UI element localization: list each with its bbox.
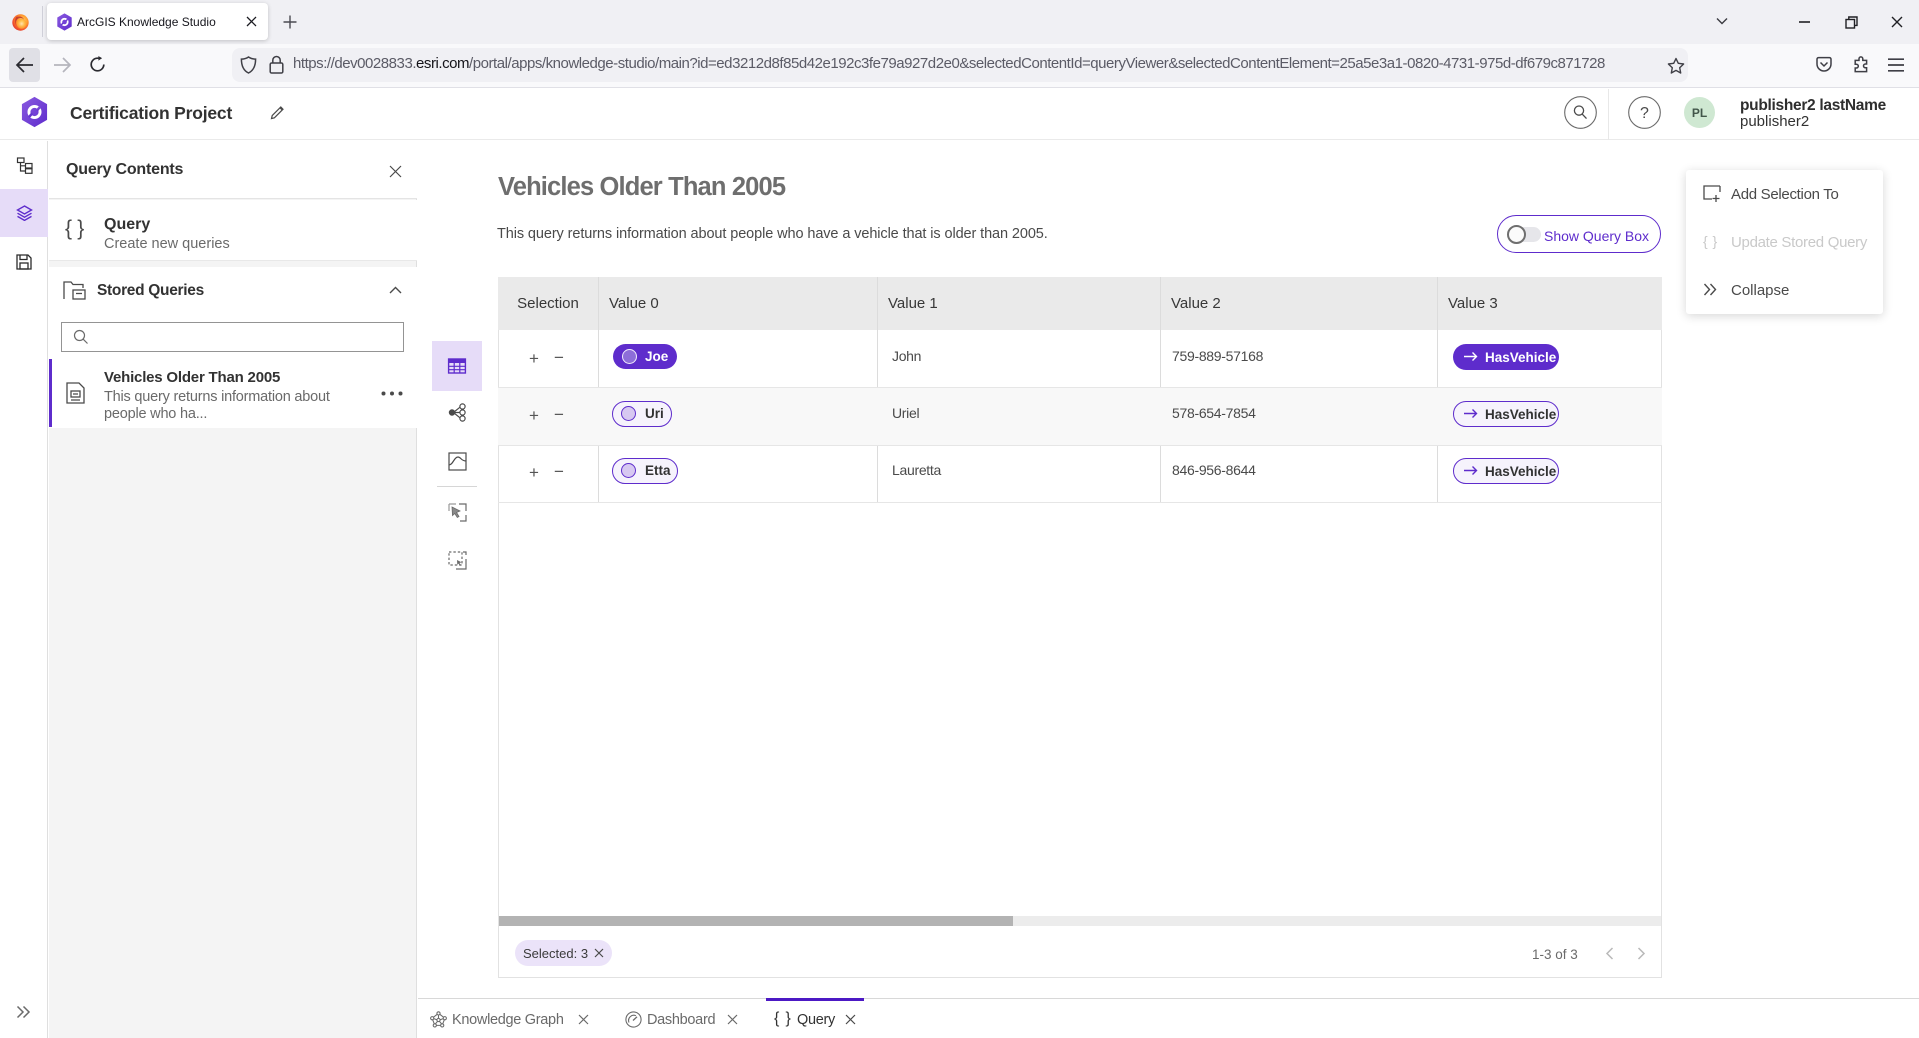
svg-text:?: ?: [1640, 105, 1649, 122]
